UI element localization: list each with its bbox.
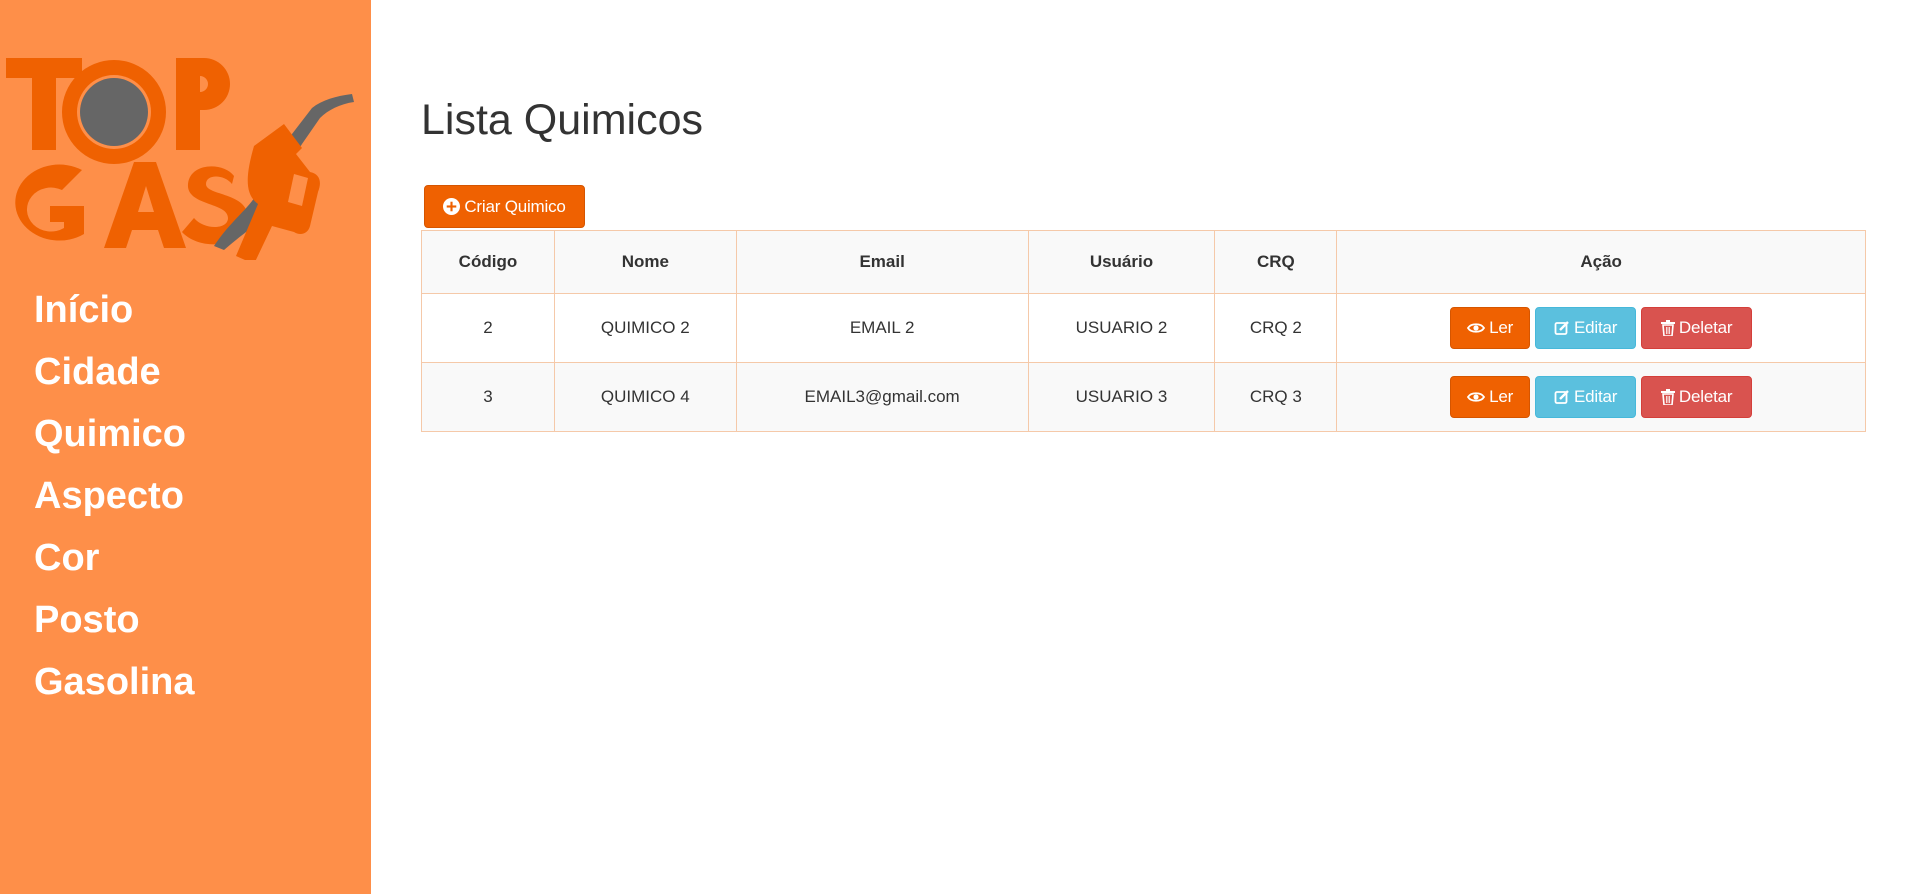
edit-button[interactable]: Editar: [1535, 376, 1637, 418]
cell-usuario: USUARIO 2: [1027, 293, 1216, 363]
delete-label: Deletar: [1678, 318, 1733, 337]
sidebar-item-inicio[interactable]: Início: [34, 282, 195, 344]
eye-icon: [1467, 392, 1486, 402]
sidebar-item-cidade[interactable]: Cidade: [34, 344, 195, 406]
edit-icon: [1554, 390, 1569, 404]
header-crq: CRQ: [1214, 230, 1338, 294]
header-acao: Ação: [1336, 230, 1866, 294]
plus-circle-icon: [443, 198, 461, 215]
table-row: 2 QUIMICO 2 EMAIL 2 USUARIO 2 CRQ 2 Ler: [421, 293, 1866, 363]
header-codigo: Código: [421, 230, 555, 294]
cell-nome: QUIMICO 4: [553, 362, 737, 432]
read-button[interactable]: Ler: [1450, 376, 1531, 418]
cell-codigo: 3: [421, 362, 555, 432]
cell-crq: CRQ 3: [1214, 362, 1338, 432]
edit-label: Editar: [1574, 387, 1618, 406]
fuel-nozzle-icon: [214, 94, 354, 260]
cell-nome: QUIMICO 2: [553, 293, 737, 363]
create-quimico-button[interactable]: Criar Quimico: [424, 185, 585, 228]
quimicos-table: Código Nome Email Usuário CRQ Ação 2 QUI…: [421, 230, 1866, 432]
cell-email: EMAIL3@gmail.com: [735, 362, 1029, 432]
sidebar-item-posto[interactable]: Posto: [34, 592, 195, 654]
cell-email: EMAIL 2: [735, 293, 1029, 363]
read-label: Ler: [1489, 318, 1514, 337]
cell-usuario: USUARIO 3: [1027, 362, 1216, 432]
sidebar-item-quimico[interactable]: Quimico: [34, 406, 195, 468]
sidebar-item-gasolina[interactable]: Gasolina: [34, 654, 195, 716]
read-button[interactable]: Ler: [1450, 307, 1531, 349]
header-nome: Nome: [553, 230, 737, 294]
eye-icon: [1467, 323, 1486, 333]
edit-button[interactable]: Editar: [1535, 307, 1637, 349]
main-content: Lista Quimicos Criar Quimico Código Nome…: [371, 0, 1915, 894]
sidebar-item-cor[interactable]: Cor: [34, 530, 195, 592]
trash-icon: [1660, 389, 1675, 405]
read-label: Ler: [1489, 387, 1514, 406]
cell-codigo: 2: [421, 293, 555, 363]
cell-actions: Ler Editar Deletar: [1336, 362, 1866, 432]
edit-icon: [1554, 321, 1569, 335]
topgas-logo[interactable]: [4, 50, 362, 260]
header-usuario: Usuário: [1027, 230, 1216, 294]
delete-label: Deletar: [1678, 387, 1733, 406]
cell-actions: Ler Editar Deletar: [1336, 293, 1866, 363]
edit-label: Editar: [1574, 318, 1618, 337]
header-email: Email: [735, 230, 1029, 294]
logo-top-text: [6, 58, 230, 164]
cell-crq: CRQ 2: [1214, 293, 1338, 363]
delete-button[interactable]: Deletar: [1641, 376, 1753, 418]
page-title: Lista Quimicos: [421, 96, 703, 144]
create-quimico-label: Criar Quimico: [464, 196, 566, 216]
sidebar-item-aspecto[interactable]: Aspecto: [34, 468, 195, 530]
sidebar-nav: Início Cidade Quimico Aspecto Cor Posto …: [34, 282, 195, 716]
delete-button[interactable]: Deletar: [1641, 307, 1753, 349]
trash-icon: [1660, 320, 1675, 336]
logo-gas-text: [15, 162, 248, 248]
table-row: 3 QUIMICO 4 EMAIL3@gmail.com USUARIO 3 C…: [421, 362, 1866, 432]
sidebar: Início Cidade Quimico Aspecto Cor Posto …: [0, 0, 371, 894]
table-header-row: Código Nome Email Usuário CRQ Ação: [421, 230, 1866, 294]
